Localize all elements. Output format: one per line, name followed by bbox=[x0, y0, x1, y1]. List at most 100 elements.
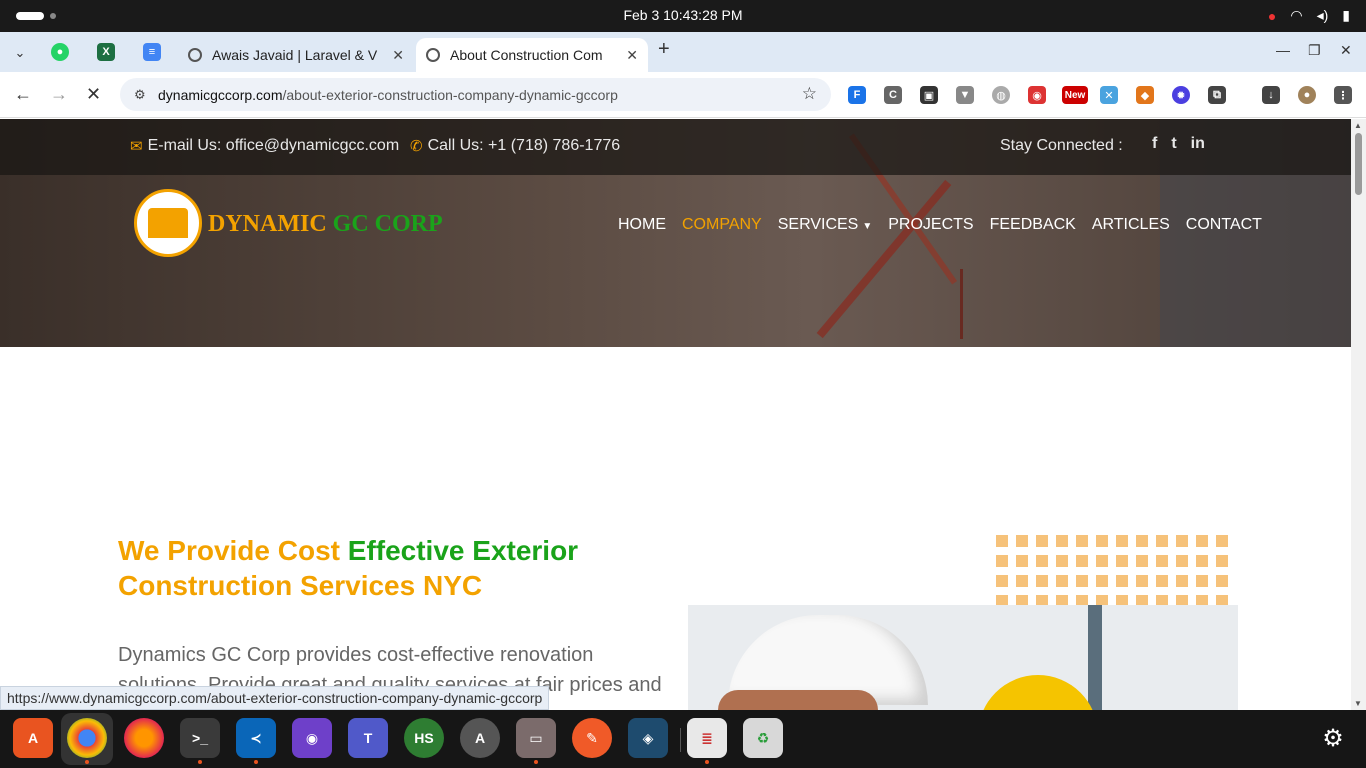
envelope-icon: ✉ bbox=[130, 138, 143, 155]
nav-home[interactable]: HOME bbox=[618, 216, 666, 234]
dot-square bbox=[1076, 535, 1088, 547]
minimize-button[interactable]: — bbox=[1276, 42, 1290, 58]
metamask-icon[interactable]: ◆ bbox=[1136, 86, 1154, 104]
tab-awais-javaid[interactable]: Awais Javaid | Laravel & V ✕ bbox=[178, 38, 414, 72]
dot-square bbox=[1156, 535, 1168, 547]
github-desktop-icon[interactable]: ◉ bbox=[292, 718, 332, 758]
back-button[interactable]: ← bbox=[14, 84, 32, 105]
tab-title: About Construction Com bbox=[450, 47, 603, 63]
bookmark-star-icon[interactable]: ☆ bbox=[802, 84, 817, 104]
chrome-tray-icon[interactable]: ● bbox=[1268, 8, 1276, 24]
scroll-up-icon[interactable]: ▲ bbox=[1354, 121, 1362, 130]
site-info-icon[interactable]: ⚙ bbox=[134, 87, 150, 103]
extension-globe-icon[interactable]: ◍ bbox=[992, 86, 1010, 104]
close-window-button[interactable]: ✕ bbox=[1340, 42, 1352, 59]
picture-in-picture-icon[interactable]: ▣ bbox=[920, 86, 938, 104]
close-tab-icon[interactable]: ✕ bbox=[392, 47, 404, 64]
document-viewer-icon[interactable]: ≣ bbox=[687, 718, 727, 764]
tab-search-button[interactable]: ⌄ bbox=[7, 40, 33, 66]
site-logo[interactable] bbox=[134, 189, 202, 257]
excel-pinned-tab-icon[interactable]: X bbox=[97, 43, 115, 61]
facebook-icon[interactable]: f bbox=[1152, 135, 1157, 153]
system-clock[interactable]: Feb 3 10:43:28 PM bbox=[0, 7, 1366, 23]
terminal-icon[interactable]: >_ bbox=[180, 718, 220, 764]
dot-square bbox=[1096, 535, 1108, 547]
vscode-icon[interactable]: ≺ bbox=[236, 718, 276, 764]
heidisql-icon[interactable]: HS bbox=[404, 718, 444, 758]
chrome-menu-icon[interactable]: ⋮ bbox=[1334, 86, 1352, 104]
close-tab-icon[interactable]: ✕ bbox=[626, 47, 638, 64]
nav-services[interactable]: SERVICES ▼ bbox=[778, 216, 873, 234]
dot-square bbox=[1016, 555, 1028, 567]
whatsapp-pinned-tab-icon[interactable]: ● bbox=[51, 43, 69, 61]
dot-square bbox=[1136, 575, 1148, 587]
dot-square bbox=[1016, 575, 1028, 587]
stop-loading-button[interactable]: ✕ bbox=[86, 84, 101, 105]
system-tray[interactable]: ● ◠ ◂) ▮ bbox=[1268, 7, 1350, 24]
phone-contact[interactable]: ✆ Call Us: +1 (718) 786-1776 bbox=[410, 137, 620, 155]
maximize-button[interactable]: ❐ bbox=[1308, 42, 1321, 59]
extensions-puzzle-icon[interactable]: ⧉ bbox=[1208, 86, 1226, 104]
dot-square bbox=[1216, 575, 1228, 587]
twitter-icon[interactable]: t bbox=[1171, 135, 1176, 153]
dot-square bbox=[1176, 535, 1188, 547]
browser-toolbar: ← → ✕ ⚙ dynamicgccorp.com/about-exterior… bbox=[0, 72, 1366, 118]
docs-pinned-tab-icon[interactable]: ≡ bbox=[143, 43, 161, 61]
extension-new-badge[interactable]: New bbox=[1062, 86, 1088, 104]
link-status-bubble: https://www.dynamicgccorp.com/about-exte… bbox=[0, 686, 550, 710]
volume-icon[interactable]: ◂) bbox=[1317, 7, 1329, 24]
wifi-icon[interactable]: ◠ bbox=[1290, 7, 1302, 24]
trash-icon[interactable]: ♻ bbox=[743, 718, 783, 758]
taskbar-dock: A >_ ≺ ◉ T HS A ▭ ✎ ◈ ≣ ♻ ⚙ bbox=[0, 710, 1366, 768]
new-tab-button[interactable]: + bbox=[658, 38, 670, 61]
brand-name[interactable]: DYNAMIC GC CORP bbox=[208, 211, 443, 238]
address-bar[interactable]: ⚙ dynamicgccorp.com/about-exterior-const… bbox=[120, 78, 831, 111]
dot-square bbox=[1196, 555, 1208, 567]
downloads-icon[interactable]: ↓ bbox=[1262, 86, 1280, 104]
extension-eye-icon[interactable]: ◉ bbox=[1028, 86, 1046, 104]
dot-square bbox=[996, 575, 1008, 587]
extension-sun-icon[interactable]: ✹ bbox=[1172, 86, 1190, 104]
battery-icon[interactable]: ▮ bbox=[1342, 7, 1350, 24]
scroll-down-icon[interactable]: ▼ bbox=[1354, 699, 1362, 708]
nav-projects[interactable]: PROJECTS bbox=[888, 216, 973, 234]
dot-square bbox=[1196, 575, 1208, 587]
worker-face bbox=[718, 690, 878, 710]
dot-square bbox=[1076, 575, 1088, 587]
heading-part-1: We Provide Cost bbox=[118, 535, 348, 566]
section-heading: We Provide Cost Effective Exterior Const… bbox=[118, 533, 638, 603]
dot-square bbox=[996, 555, 1008, 567]
firefox-icon[interactable] bbox=[124, 718, 164, 758]
nav-feedback[interactable]: FEEDBACK bbox=[990, 216, 1076, 234]
dot-square bbox=[1076, 555, 1088, 567]
scrollbar-thumb[interactable] bbox=[1355, 133, 1362, 195]
extension-c-icon[interactable]: C bbox=[884, 86, 902, 104]
app-center-icon[interactable]: A bbox=[13, 718, 53, 758]
dot-square bbox=[1216, 535, 1228, 547]
dot-square bbox=[1156, 575, 1168, 587]
files-icon[interactable]: ▭ bbox=[516, 718, 556, 764]
email-contact[interactable]: ✉ E-mail Us: office@dynamicgcc.com bbox=[130, 137, 399, 155]
dot-square bbox=[1036, 535, 1048, 547]
nav-contact[interactable]: CONTACT bbox=[1186, 216, 1262, 234]
page-viewport: ✉ E-mail Us: office@dynamicgcc.com ✆ Cal… bbox=[0, 119, 1351, 710]
system-top-bar: Feb 3 10:43:28 PM ● ◠ ◂) ▮ bbox=[0, 0, 1366, 32]
mysql-workbench-icon[interactable]: ◈ bbox=[628, 718, 668, 758]
forward-button[interactable]: → bbox=[50, 84, 68, 105]
extension-fi-icon[interactable]: F bbox=[848, 86, 866, 104]
nav-articles[interactable]: ARTICLES bbox=[1092, 216, 1170, 234]
software-updater-icon[interactable]: A bbox=[460, 718, 500, 758]
show-apps-icon[interactable]: ⚙ bbox=[1313, 718, 1353, 758]
postman-icon[interactable]: ✎ bbox=[572, 718, 612, 758]
linkedin-icon[interactable]: in bbox=[1191, 135, 1205, 153]
page-scrollbar[interactable]: ▲ ▼ bbox=[1351, 119, 1366, 710]
tab-about-construction[interactable]: About Construction Com ✕ bbox=[416, 38, 648, 72]
profile-avatar[interactable]: ● bbox=[1298, 86, 1316, 104]
chrome-icon[interactable] bbox=[67, 718, 107, 764]
teams-icon[interactable]: T bbox=[348, 718, 388, 758]
extension-v-icon[interactable]: ▼ bbox=[956, 86, 974, 104]
crane-decor bbox=[816, 179, 952, 339]
extension-x-icon[interactable]: ✕ bbox=[1100, 86, 1118, 104]
nav-company[interactable]: COMPANY bbox=[682, 216, 762, 234]
caret-down-icon: ▼ bbox=[862, 221, 873, 232]
